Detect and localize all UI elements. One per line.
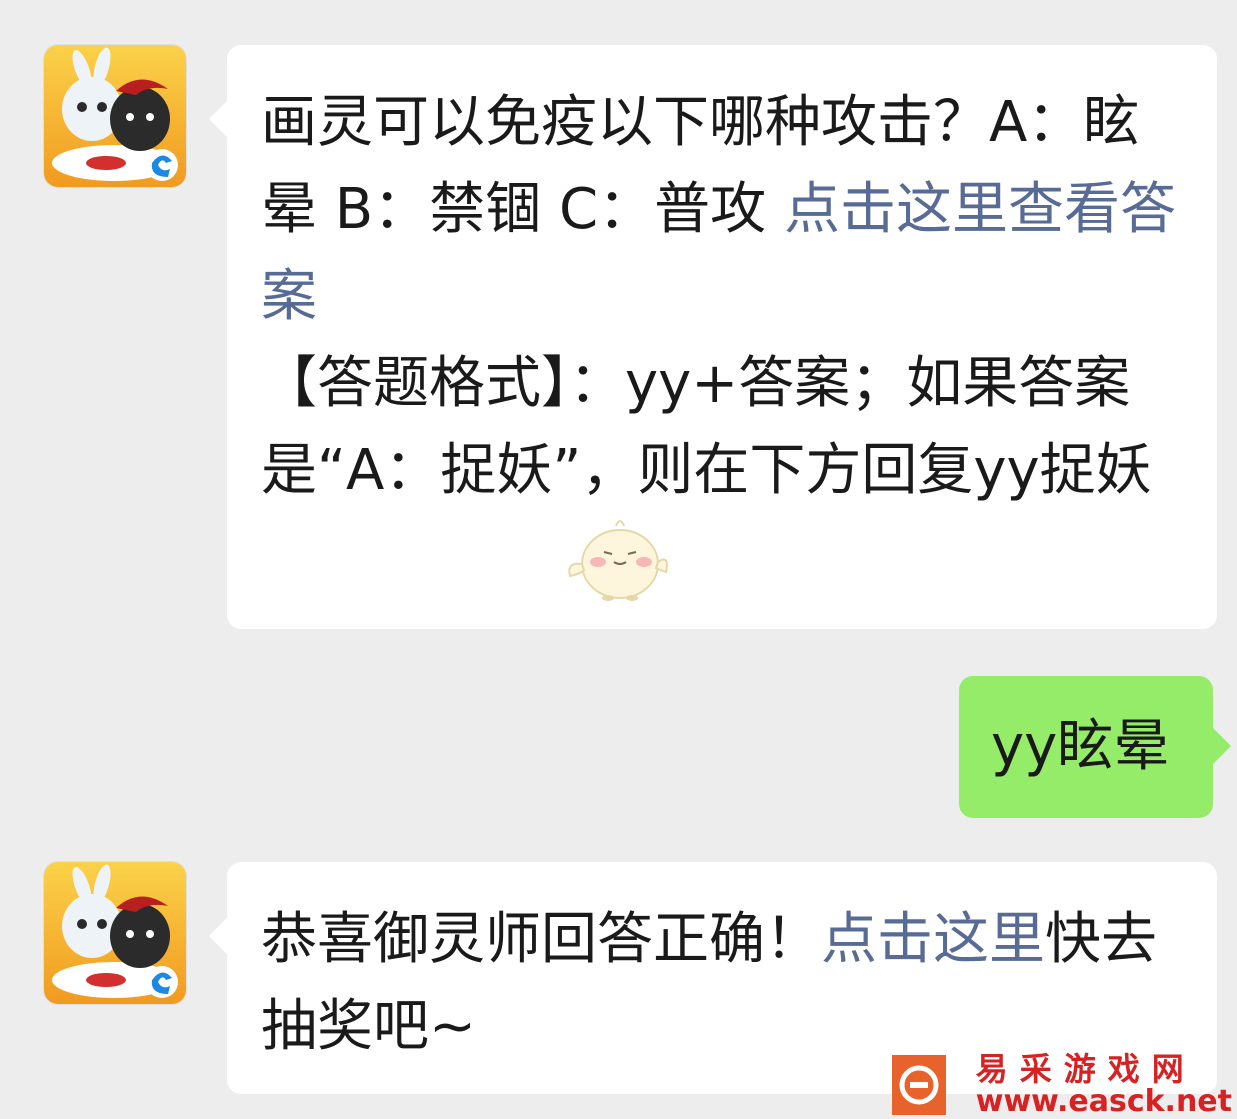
reply-text: yy眩晕 [991,714,1170,779]
game-app-avatar-icon [44,862,186,1004]
message-bubble-question: 画灵可以免疫以下哪种攻击？A：眩晕 B：禁锢 C：普攻 点击这里查看答案 【答题… [209,45,1217,629]
question-line: 画灵可以免疫以下哪种攻击？A：眩晕 B：禁锢 C：普攻 点击这里查看答案 [261,79,1185,340]
watermark-url[interactable]: www.easck.net [976,1087,1232,1117]
game-app-avatar-icon [44,45,186,187]
site-watermark: 易采游戏网 www.easck.net [892,1050,1232,1117]
message-bubble-reply: yy眩晕 [959,676,1231,818]
chick-sticker-icon [568,520,668,601]
watermark-cn: 易采游戏网 [975,1050,1196,1088]
answer-format-text: 【答题格式】：yy+答案；如果答案是“A：捉妖”，则在下方回复yy捉妖 [261,351,1152,503]
easck-logo-icon [892,1055,946,1115]
sender-avatar[interactable] [44,862,186,1004]
sender-avatar[interactable] [44,45,186,187]
result-text: 恭喜御灵师回答正确！ [261,907,821,972]
lottery-link[interactable]: 点击这里 [821,907,1045,972]
